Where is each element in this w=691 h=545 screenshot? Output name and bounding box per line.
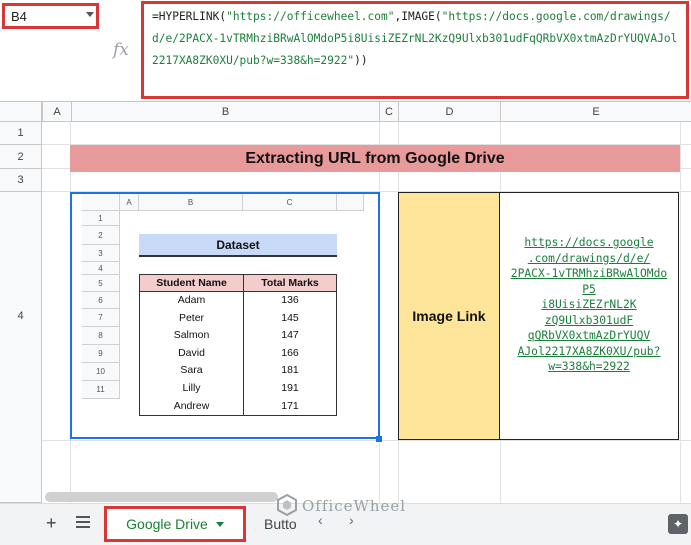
student-name-cell: Andrew	[139, 397, 244, 416]
hyperlink-line[interactable]: P5	[503, 282, 675, 298]
column-header-c[interactable]: C	[379, 102, 398, 122]
formula-part: "https://officewheel.com"	[226, 10, 395, 23]
mini-corner	[82, 194, 120, 211]
fx-icon: fx	[113, 40, 129, 60]
column-header-e[interactable]: E	[500, 102, 691, 122]
formula-input[interactable]: =HYPERLINK("https://officewheel.com",IMA…	[141, 1, 689, 99]
select-all-corner[interactable]	[0, 102, 42, 122]
student-name-cell: Salmon	[139, 327, 244, 346]
horizontal-scrollbar[interactable]	[45, 492, 278, 502]
tab-google-drive[interactable]: Google Drive	[104, 506, 246, 542]
row-header-3[interactable]: 3	[0, 169, 42, 192]
formula-part: ,IMAGE(	[394, 10, 442, 23]
gridline	[680, 122, 681, 503]
hyperlink-line[interactable]: 2PACX-1vTRMhziBRwAlOMdo	[503, 266, 675, 282]
hyperlink-line[interactable]: .com/drawings/d/e/	[503, 251, 675, 267]
hyperlink-line[interactable]: https://docs.google	[503, 235, 675, 251]
mini-row-header: 4	[82, 262, 120, 275]
tab-next[interactable]: Butto	[264, 516, 306, 532]
name-box[interactable]: B4	[2, 3, 99, 29]
image-link-label: Image Link	[398, 192, 500, 440]
total-marks-cell: 147	[243, 327, 337, 346]
student-name-cell: David	[139, 344, 244, 363]
mini-row-header: 9	[82, 345, 120, 363]
formula-part: =HYPERLINK(	[152, 10, 227, 23]
all-sheets-menu-icon[interactable]	[76, 516, 90, 528]
watermark-text: OfficeWheel	[302, 497, 407, 515]
hyperlink-line[interactable]: qQRbVX0xtmAzDrYUQV	[503, 328, 675, 344]
name-box-dropdown-icon[interactable]	[86, 12, 94, 17]
mini-col-blank	[337, 194, 364, 211]
row-header-2[interactable]: 2	[0, 145, 42, 169]
mini-row-header: 1	[82, 211, 120, 226]
row-header-1[interactable]: 1	[0, 122, 42, 145]
student-name-cell: Sara	[139, 362, 244, 381]
gridline	[42, 440, 691, 441]
watermark-logo-icon	[277, 494, 297, 516]
resize-handle[interactable]	[376, 436, 382, 442]
column-header-bar: A B C D E	[0, 101, 691, 122]
mini-row-header: 11	[82, 381, 120, 399]
mini-row-header: 5	[82, 275, 120, 292]
name-box-value: B4	[11, 9, 27, 24]
mini-col-c: C	[243, 194, 337, 211]
mini-col-b: B	[139, 194, 243, 211]
embedded-image[interactable]: A B C 1 2 3 4 5 6 7 8 9 10 11 Dataset Student Name…	[70, 192, 380, 439]
total-marks-cell: 181	[243, 362, 337, 381]
header-student-name: Student Name	[139, 274, 244, 292]
column-header-d[interactable]: D	[398, 102, 500, 122]
student-name-cell: Adam	[139, 292, 244, 310]
mini-row-header: 3	[82, 245, 120, 262]
mini-row-header: 2	[82, 226, 120, 245]
total-marks-cell: 191	[243, 380, 337, 398]
column-header-b[interactable]: B	[71, 102, 379, 122]
hyperlink-line[interactable]: AJol2217XA8ZK0XU/pub?	[503, 344, 675, 360]
total-marks-cell: 171	[243, 397, 337, 416]
mini-row-header: 7	[82, 309, 120, 327]
add-sheet-icon[interactable]: +	[46, 513, 57, 534]
header-total-marks: Total Marks	[243, 274, 337, 292]
total-marks-cell: 166	[243, 344, 337, 363]
formula-part: ))	[354, 54, 368, 67]
hyperlink-line[interactable]: zQ9Ulxb301udF	[503, 313, 675, 329]
hyperlink-line[interactable]: w=338&h=2922	[503, 359, 675, 375]
row-header-4[interactable]: 4	[0, 192, 42, 503]
tab-dropdown-icon[interactable]	[215, 521, 224, 527]
mini-row-header: 6	[82, 292, 120, 309]
sheet-title: Extracting URL from Google Drive	[70, 145, 680, 172]
hyperlink-line[interactable]: i8UisiZEZrNL2K	[503, 297, 675, 313]
mini-col-a: A	[120, 194, 139, 211]
total-marks-cell: 145	[243, 309, 337, 328]
hyperlink[interactable]: https://docs.google .com/drawings/d/e/2PA…	[503, 235, 675, 375]
student-name-cell: Peter	[139, 309, 244, 328]
explore-icon[interactable]: ✦	[668, 514, 688, 534]
total-marks-cell: 136	[243, 292, 337, 310]
mini-row-header: 8	[82, 327, 120, 345]
tab-google-drive-label: Google Drive	[126, 516, 208, 532]
mini-row-header: 10	[82, 363, 120, 381]
dataset-heading: Dataset	[139, 234, 337, 257]
column-header-a[interactable]: A	[42, 102, 71, 122]
student-name-cell: Lilly	[139, 380, 244, 398]
